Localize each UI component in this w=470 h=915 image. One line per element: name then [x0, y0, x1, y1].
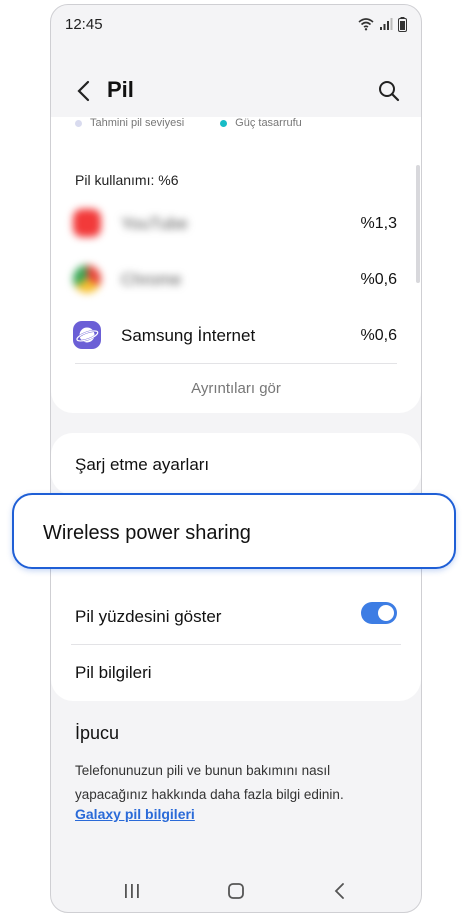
signal-icon — [380, 18, 393, 30]
app-row-youtube[interactable]: YouTube %1,3 — [51, 201, 421, 249]
search-icon[interactable] — [375, 77, 403, 105]
home-icon[interactable] — [223, 879, 249, 903]
battery-icon — [398, 16, 407, 32]
app-percent: %0,6 — [360, 271, 397, 288]
legend-item-power-saving: Güç tasarrufu — [220, 117, 302, 129]
page-title: Pil — [107, 77, 134, 102]
wireless-power-sharing-button[interactable]: Wireless power sharing — [12, 493, 456, 569]
back-arrow-icon[interactable] — [71, 77, 99, 105]
back-nav-icon[interactable] — [327, 879, 353, 903]
status-icons — [358, 15, 407, 33]
charging-settings-card[interactable]: Şarj etme ayarları — [51, 433, 421, 495]
toggle-knob — [378, 605, 394, 621]
status-time: 12:45 — [65, 16, 103, 33]
chrome-icon — [73, 265, 101, 293]
see-details-button[interactable]: Ayrıntıları gör — [51, 380, 421, 397]
wifi-icon — [358, 18, 374, 31]
tip-body: Telefonunuzun pili ve bunun bakımını nas… — [75, 763, 344, 802]
app-percent: %1,3 — [360, 215, 397, 232]
phone-screen: 12:45 Pil Tahmini pil seviyesi Güç tasar… — [50, 4, 422, 913]
samsung-internet-icon — [73, 321, 101, 349]
show-percentage-label: Pil yüzdesini göster — [75, 607, 222, 626]
galaxy-battery-info-link[interactable]: Galaxy pil bilgileri — [75, 806, 195, 822]
divider — [75, 363, 397, 364]
app-row-chrome[interactable]: Chrome %0,6 — [51, 257, 421, 305]
app-name: Samsung İnternet — [121, 326, 256, 345]
chart-legend: Tahmini pil seviyesi Güç tasarrufu — [75, 117, 302, 129]
battery-info-label: Pil bilgileri — [75, 663, 152, 682]
status-bar: 12:45 — [51, 5, 421, 45]
recents-icon[interactable] — [119, 879, 145, 903]
scrollbar[interactable] — [416, 165, 420, 283]
app-row-samsung-internet[interactable]: Samsung İnternet %0,6 — [51, 313, 421, 361]
app-bar: Pil — [51, 67, 421, 117]
wireless-power-sharing-label: Wireless power sharing — [43, 522, 251, 544]
legend-dot-power-saving — [220, 119, 228, 127]
legend-dot-estimated — [75, 119, 82, 127]
app-name: Chrome — [121, 270, 182, 289]
app-percent: %0,6 — [360, 327, 397, 344]
tip-title: İpucu — [75, 723, 120, 743]
usage-label: Pil kullanımı: %6 — [75, 172, 179, 188]
app-name: YouTube — [121, 214, 188, 233]
battery-settings-card: Pil yüzdesini göster Pil bilgileri — [51, 565, 421, 701]
charging-settings-label: Şarj etme ayarları — [75, 455, 210, 474]
youtube-icon — [73, 209, 101, 237]
battery-info-row[interactable]: Pil bilgileri — [51, 645, 421, 701]
legend-item-estimated: Tahmini pil seviyesi — [75, 117, 184, 129]
show-percentage-toggle[interactable] — [361, 602, 397, 624]
navigation-bar — [51, 873, 421, 909]
